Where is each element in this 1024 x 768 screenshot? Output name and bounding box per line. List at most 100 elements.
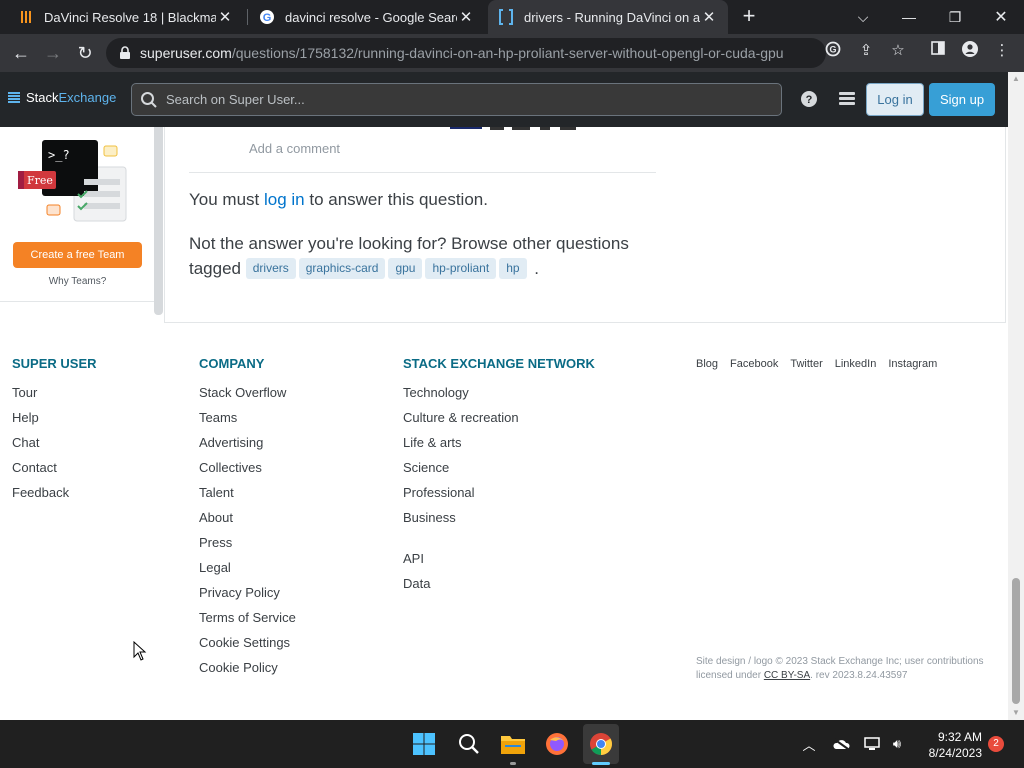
footer-heading-company[interactable]: COMPANY [199, 356, 296, 371]
social-link-linkedin[interactable]: LinkedIn [835, 358, 877, 370]
chevron-up-icon[interactable]: ︿ [799, 734, 819, 754]
volume-icon[interactable]: 🔊︎ [887, 734, 907, 754]
footer-link-terms-of-service[interactable]: Terms of Service [199, 611, 296, 636]
footer-link-data[interactable]: Data [403, 577, 595, 602]
tag-hp[interactable]: hp [499, 258, 527, 279]
google-lens-icon[interactable]: G [823, 41, 843, 61]
tag-graphics-card[interactable]: graphics-card [298, 258, 386, 279]
tab-search-icon[interactable]: ⌵ [840, 0, 886, 34]
close-tab-icon[interactable]: ✕ [457, 8, 475, 26]
back-icon[interactable]: ← [8, 40, 34, 66]
reload-icon[interactable]: ↻ [72, 40, 98, 66]
signup-button[interactable]: Sign up [929, 83, 995, 116]
tag-hp-proliant[interactable]: hp-proliant [425, 258, 497, 279]
system-clock[interactable]: 9:32 AM 8/24/2023 [916, 729, 982, 761]
search-input[interactable] [166, 92, 766, 107]
social-link-instagram[interactable]: Instagram [888, 358, 937, 370]
lock-icon [120, 46, 130, 59]
footer-link-api[interactable]: API [403, 552, 595, 577]
footer-link-technology[interactable]: Technology [403, 386, 595, 411]
footer-link-science[interactable]: Science [403, 461, 595, 486]
footer-network: STACK EXCHANGE NETWORK Technology Cultur… [403, 356, 595, 602]
chrome-icon[interactable] [587, 730, 615, 758]
side-panel-icon[interactable] [928, 41, 948, 61]
login-required-suffix: to answer this question. [304, 190, 488, 209]
close-tab-icon[interactable]: ✕ [216, 8, 234, 26]
clock-time: 9:32 AM [937, 730, 982, 744]
footer-link-collectives[interactable]: Collectives [199, 461, 296, 486]
tag-drivers[interactable]: drivers [245, 258, 296, 279]
scroll-up-icon[interactable]: ▲ [1008, 72, 1024, 86]
footer-link-professional[interactable]: Professional [403, 486, 595, 511]
login-link[interactable]: log in [264, 190, 305, 209]
close-window-button[interactable]: ✕ [978, 0, 1024, 34]
footer-link-about[interactable]: About [199, 511, 296, 536]
footer-link-legal[interactable]: Legal [199, 561, 296, 586]
superuser-icon [498, 9, 514, 25]
url-text: superuser.com/questions/1758132/running-… [140, 45, 784, 61]
cropped-image-fragment [450, 127, 576, 130]
mouse-cursor-icon [133, 641, 147, 661]
stackexchange-logo[interactable]: Stack Exchange [8, 90, 116, 105]
tab-divider [247, 9, 248, 25]
address-bar[interactable]: superuser.com/questions/1758132/running-… [106, 38, 826, 68]
windows-start-icon[interactable] [410, 730, 438, 758]
browse-other-questions: Not the answer you're looking for? Brows… [189, 231, 659, 281]
share-icon[interactable]: ⇪ [856, 41, 876, 61]
footer-link-business[interactable]: Business [403, 511, 595, 536]
bookmark-star-icon[interactable]: ☆ [888, 41, 908, 61]
minimize-button[interactable]: — [886, 0, 932, 34]
menu-kebab-icon[interactable]: ⋮ [992, 41, 1012, 61]
footer-link-teams[interactable]: Teams [199, 411, 296, 436]
footer-heading-network[interactable]: STACK EXCHANGE NETWORK [403, 356, 595, 371]
footer-link-stack-overflow[interactable]: Stack Overflow [199, 386, 296, 411]
license-link[interactable]: CC BY-SA [764, 670, 810, 681]
logo-stack-text: Stack [26, 90, 59, 105]
blackmagic-icon [18, 9, 34, 25]
footer-link-press[interactable]: Press [199, 536, 296, 561]
notification-badge[interactable]: 2 [988, 736, 1004, 752]
svg-text:G: G [829, 45, 836, 55]
login-button[interactable]: Log in [866, 83, 924, 116]
social-link-blog[interactable]: Blog [696, 358, 718, 370]
close-tab-icon[interactable]: ✕ [700, 8, 718, 26]
tab-superuser-active[interactable]: drivers - Running DaVinci on an HP ProLi… [488, 0, 728, 34]
social-link-twitter[interactable]: Twitter [790, 358, 822, 370]
footer-link-talent[interactable]: Talent [199, 486, 296, 511]
footer-link-feedback[interactable]: Feedback [12, 486, 97, 511]
footer-company: COMPANY Stack Overflow Teams Advertising… [199, 356, 296, 686]
tab-blackmagic[interactable]: DaVinci Resolve 18 | Blackmagic Design ✕ [8, 0, 244, 34]
network-icon[interactable] [862, 734, 882, 754]
footer-heading-super-user[interactable]: SUPER USER [12, 356, 97, 371]
social-link-facebook[interactable]: Facebook [730, 358, 778, 370]
scrollbar-thumb[interactable] [1012, 578, 1020, 704]
tag-gpu[interactable]: gpu [388, 258, 423, 279]
help-icon[interactable]: ? [799, 89, 819, 109]
add-comment-link[interactable]: Add a comment [249, 141, 340, 156]
search-icon[interactable] [455, 730, 483, 758]
restore-button[interactable]: ❐ [932, 0, 978, 34]
profile-icon[interactable] [960, 41, 980, 61]
onedrive-icon[interactable] [831, 734, 851, 754]
footer-link-privacy-policy[interactable]: Privacy Policy [199, 586, 296, 611]
footer-link-cookie-settings[interactable]: Cookie Settings [199, 636, 296, 661]
site-switcher-icon[interactable] [837, 89, 857, 109]
tab-google-search[interactable]: G davinci resolve - Google Search ✕ [249, 0, 485, 34]
new-tab-button[interactable]: + [737, 5, 761, 29]
scroll-down-icon[interactable]: ▼ [1008, 706, 1024, 720]
create-free-team-button[interactable]: Create a free Team [13, 242, 142, 268]
file-explorer-icon[interactable] [499, 730, 527, 758]
footer-link-help[interactable]: Help [12, 411, 97, 436]
footer-link-tour[interactable]: Tour [12, 386, 97, 411]
footer-link-cookie-policy[interactable]: Cookie Policy [199, 661, 296, 686]
footer-link-life-arts[interactable]: Life & arts [403, 436, 595, 461]
firefox-icon[interactable] [543, 730, 571, 758]
footer-link-chat[interactable]: Chat [12, 436, 97, 461]
footer-legal-text: Site design / logo © 2023 Stack Exchange… [696, 655, 996, 683]
page-scrollbar[interactable]: ▲ ▼ [1008, 72, 1024, 720]
footer-link-culture-recreation[interactable]: Culture & recreation [403, 411, 595, 436]
why-teams-link[interactable]: Why Teams? [0, 276, 155, 287]
footer-link-advertising[interactable]: Advertising [199, 436, 296, 461]
forward-icon[interactable]: → [40, 40, 66, 66]
footer-link-contact[interactable]: Contact [12, 461, 97, 486]
